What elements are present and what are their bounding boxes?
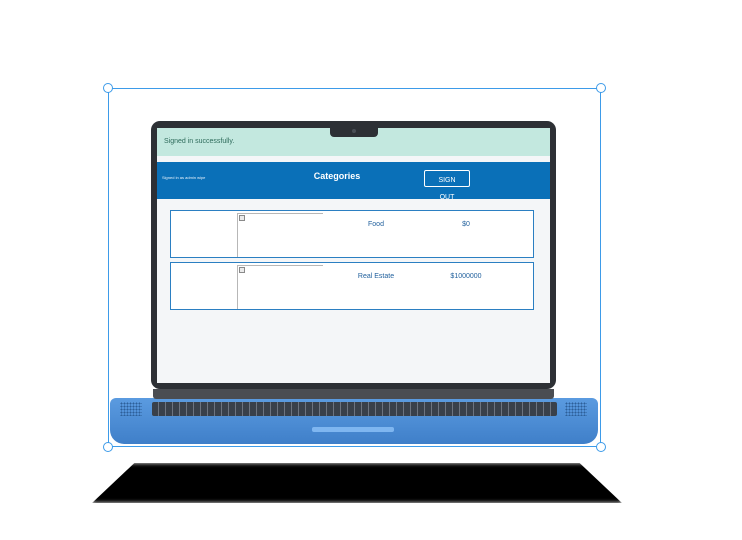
resize-handle-top-right[interactable] xyxy=(596,83,606,93)
resize-handle-top-left[interactable] xyxy=(103,83,113,93)
selection-frame xyxy=(108,88,601,447)
laptop-shadow xyxy=(92,463,622,503)
resize-handle-bottom-right[interactable] xyxy=(596,442,606,452)
resize-handle-bottom-left[interactable] xyxy=(103,442,113,452)
